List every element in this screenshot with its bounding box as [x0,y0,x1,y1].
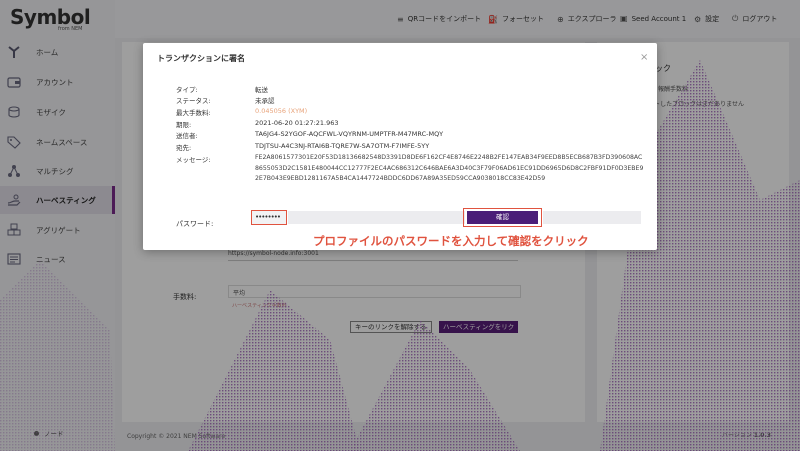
recipient-label: 宛先: [176,144,192,152]
sign-transaction-modal: トランザクションに署名 × タイプ: 転送 ステータス: 未承認 最大手数料: … [143,43,657,250]
status-value: 未承認 [255,97,275,105]
max-fee-value: 0.045056 (XYM) [255,107,308,115]
password-input[interactable]: •••••••• [251,210,287,225]
message-value: FE2A8061577301E20F53D18136682548D3391D8D… [255,154,644,182]
message-label: メッセージ: [176,156,211,164]
password-label: パスワード: [176,220,214,228]
instruction-annotation: プロファイルのパスワードを入力して確認をクリック [313,234,589,248]
password-field-track [288,211,465,224]
close-icon[interactable]: × [640,52,648,63]
sender-value: TA6JG4-S2YGOF-AQCFWL-VQYRNM-UMPTFR-M47MR… [255,130,444,138]
confirm-button[interactable]: 確認 [467,211,538,224]
recipient-value: TDJTSU-A4C3NJ-RTAI6B-TQRE7W-SA7OTM-F7IMF… [255,142,430,150]
max-fee-label: 最大手数料: [176,109,211,117]
deadline-label: 期限: [176,121,192,129]
type-value: 転送 [255,86,268,94]
button-row-track [543,211,641,224]
type-label: タイプ: [176,86,198,94]
modal-title: トランザクションに署名 [157,54,245,63]
deadline-value: 2021-06-20 01:27:21.963 [255,119,339,127]
sender-label: 送信者: [176,132,198,140]
status-label: ステータス: [176,97,211,105]
